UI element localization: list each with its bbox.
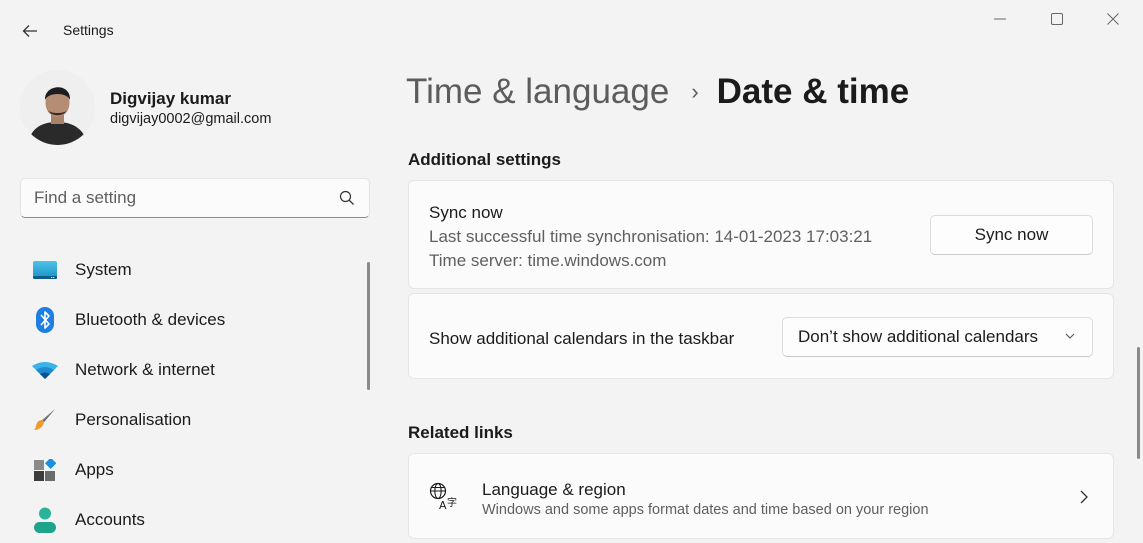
last-sync-text: Last successful time synchronisation: 14… [429,227,873,246]
avatar[interactable] [20,70,95,145]
back-button[interactable] [14,16,46,46]
person-icon [32,507,58,533]
section-title-related-links: Related links [408,423,513,442]
sidebar-item-apps[interactable]: Apps [20,445,365,495]
sync-now-card: Sync now Last successful time synchronis… [408,180,1114,289]
sidebar-item-label: Personalisation [75,410,192,429]
sidebar-item-system[interactable]: System [20,245,365,295]
maximize-button[interactable] [1030,0,1084,38]
minimize-icon [994,18,1006,20]
back-arrow-icon [22,25,37,37]
close-button[interactable] [1086,0,1140,38]
sidebar-item-personalisation[interactable]: Personalisation [20,395,365,445]
sidebar-item-label: Apps [75,460,114,479]
system-icon [32,257,58,283]
user-name: Digvijay kumar [110,89,231,108]
chevron-down-icon [1065,333,1075,339]
app-title: Settings [63,22,114,38]
search-input[interactable] [21,179,331,217]
sidebar-item-label: Accounts [75,510,145,529]
minimize-button[interactable] [973,0,1027,38]
sidebar-item-accounts[interactable]: Accounts [20,495,365,543]
additional-calendars-label: Show additional calendars in the taskbar [429,329,735,348]
time-server-text: Time server: time.windows.com [429,251,667,270]
wifi-icon [32,357,58,383]
apps-icon [32,457,58,483]
sync-title: Sync now [429,203,503,222]
sidebar-nav: System Bluetooth & devices Network & int… [20,245,365,543]
sync-now-button[interactable]: Sync now [930,215,1093,255]
profile-photo [20,70,95,145]
additional-calendars-dropdown[interactable]: Don’t show additional calendars [782,317,1093,357]
breadcrumb-parent-link[interactable]: Time & language [406,72,669,112]
maximize-icon [1051,13,1063,25]
language-region-title: Language & region [482,480,626,499]
sidebar-item-label: Bluetooth & devices [75,310,226,329]
svg-text:A: A [439,499,447,510]
svg-text:字: 字 [447,496,457,509]
sidebar-item-label: Network & internet [75,360,215,379]
paintbrush-icon [32,407,58,433]
chevron-right-icon [1080,490,1088,504]
bluetooth-icon [32,307,58,333]
section-title-additional-settings: Additional settings [408,150,561,169]
sidebar-item-label: System [75,260,132,279]
language-icon: A 字 [429,482,457,510]
breadcrumb: Time & language › Date & time [406,72,909,112]
sidebar-item-bluetooth[interactable]: Bluetooth & devices [20,295,365,345]
search-box [20,178,370,218]
close-icon [1107,13,1119,25]
main-scrollbar[interactable] [1137,347,1140,459]
user-email: digvijay0002@gmail.com [110,111,272,127]
sidebar-scrollbar[interactable] [367,262,370,390]
page-title: Date & time [716,72,910,111]
breadcrumb-chevron-icon: › [691,79,699,104]
additional-calendars-card: Show additional calendars in the taskbar… [408,293,1114,379]
sidebar-item-network[interactable]: Network & internet [20,345,365,395]
dropdown-selected-value: Don’t show additional calendars [798,327,1039,346]
search-icon[interactable] [339,190,355,206]
language-region-description: Windows and some apps format dates and t… [482,502,929,518]
title-bar: Settings [0,0,1143,60]
language-region-link[interactable]: A 字 Language & region Windows and some a… [408,453,1114,539]
